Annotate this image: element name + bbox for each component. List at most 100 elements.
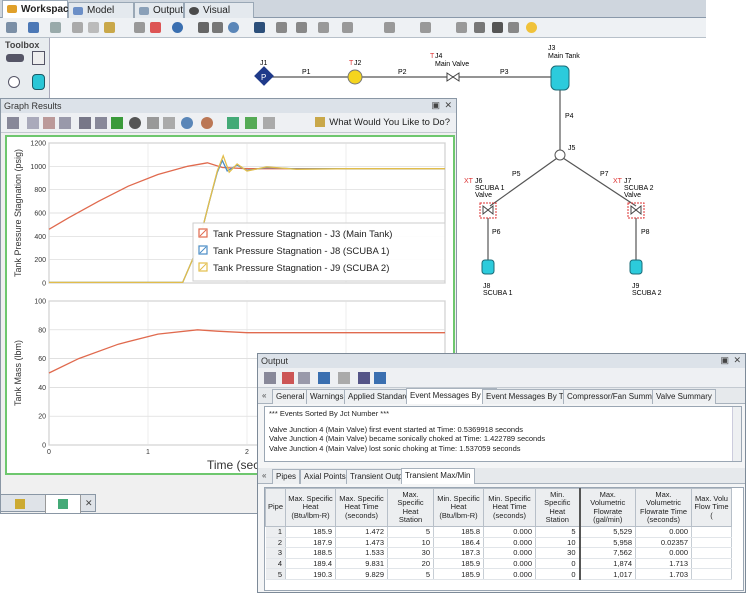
collapse-data-icon[interactable]: «: [262, 471, 266, 480]
graph-export-icon[interactable]: [43, 117, 55, 129]
tab-workspace[interactable]: Workspace: [2, 0, 74, 18]
col-pipe[interactable]: Pipe: [265, 488, 287, 527]
arrange-icon[interactable]: [384, 22, 395, 33]
graph-format-icon[interactable]: [201, 117, 213, 129]
j3-tank-icon[interactable]: [550, 65, 570, 91]
output-sort-icon[interactable]: [282, 372, 294, 384]
grid-icon[interactable]: [420, 22, 431, 33]
collapse-icon[interactable]: «: [262, 391, 266, 400]
branch-tool-icon[interactable]: [8, 76, 20, 88]
tab-valve-summary[interactable]: Valve Summary: [652, 389, 716, 404]
graph-crosshair-icon[interactable]: [129, 117, 141, 129]
table-row[interactable]: 4 189.4 9.831 20 185.9 0.000 0 1,874 1.713: [265, 558, 733, 570]
tools-icon[interactable]: [508, 22, 519, 33]
output-pin-tool-icon[interactable]: [318, 372, 330, 384]
annotation-tool-icon[interactable]: [32, 51, 45, 65]
col-max-heat-time[interactable]: Max. Specific Heat Time (seconds): [335, 488, 389, 527]
graph-table-icon[interactable]: [95, 117, 107, 129]
output-pin-icon[interactable]: ▣: [720, 356, 729, 365]
graph-guide-icon[interactable]: [227, 117, 239, 129]
tab-model-data[interactable]: Model Data: [68, 2, 134, 31]
col-max-vol-flow-time[interactable]: Max. Volumetric Flowrate Time (seconds): [635, 488, 693, 527]
graph-data-icon[interactable]: [59, 117, 71, 129]
table-row[interactable]: 5 190.3 9.829 5 185.9 0.000 0 1,017 1.703: [265, 568, 733, 580]
y-tick-label: 40: [38, 385, 46, 392]
j9-tank-icon[interactable]: [629, 259, 643, 275]
table-row[interactable]: 3 188.5 1.533 30 187.3 0.000 30 7,562 0.000: [265, 547, 733, 559]
paste-icon[interactable]: [104, 22, 115, 33]
route-icon[interactable]: [318, 22, 329, 33]
tank-tool-icon[interactable]: [32, 74, 45, 90]
graph-list-icon[interactable]: [79, 117, 91, 129]
graph-refresh-icon[interactable]: [245, 117, 257, 129]
close-icon[interactable]: ✕: [444, 101, 452, 110]
toolbar-icon[interactable]: [6, 22, 17, 33]
layer-icon[interactable]: [342, 22, 353, 33]
table-row[interactable]: 2 187.9 1.473 10 186.4 0.000 10 5,958 0.02357: [265, 537, 733, 549]
col-min-specific-heat[interactable]: Min. Specific Heat (Btu/lbm-R): [433, 488, 485, 527]
align-icon[interactable]: [296, 22, 307, 33]
cut-icon[interactable]: [72, 22, 83, 33]
graph-zoom-icon[interactable]: [181, 117, 193, 129]
what-would-you-like-button[interactable]: What Would You Like to Do?: [314, 116, 450, 130]
redo-icon[interactable]: [50, 22, 61, 33]
j2-compressor-icon[interactable]: [347, 69, 363, 85]
tab-axial-points[interactable]: Axial Points: [300, 469, 350, 484]
footer-tab-workspace-icon[interactable]: [15, 499, 25, 509]
event-messages-box[interactable]: *** Events Sorted By Jct Number *** Valv…: [264, 406, 742, 462]
pointer-icon[interactable]: [198, 22, 209, 33]
copy-icon[interactable]: [88, 22, 99, 33]
graph-check-icon[interactable]: [111, 117, 123, 129]
graph-layout-icon[interactable]: [263, 117, 275, 129]
j8-tank-icon[interactable]: [481, 259, 495, 275]
j5-branch-icon[interactable]: [554, 149, 566, 161]
output-columns-icon[interactable]: [298, 372, 310, 384]
table-row[interactable]: 1 185.9 1.472 5 185.8 0.000 5 5,529 0.000: [265, 526, 733, 538]
graph-marker-icon[interactable]: [147, 117, 159, 129]
tab-pipes[interactable]: Pipes: [272, 469, 301, 484]
message-scrollbar[interactable]: [732, 407, 741, 461]
col-max-specific-heat[interactable]: Max. Specific Heat (Btu/lbm-R): [285, 488, 337, 527]
duplicate-icon[interactable]: [134, 22, 145, 33]
graph-grid-icon[interactable]: [163, 117, 175, 129]
footer-close-icon[interactable]: ✕: [85, 499, 93, 508]
pipe-line-p5[interactable]: [489, 155, 561, 207]
pin-icon[interactable]: ▣: [431, 101, 440, 110]
j1-node[interactable]: P: [254, 66, 274, 86]
undo-icon[interactable]: [28, 22, 39, 33]
output-copy-icon[interactable]: [338, 372, 350, 384]
output-print-icon[interactable]: [264, 372, 276, 384]
snap-icon[interactable]: [456, 22, 467, 33]
select-icon[interactable]: [474, 22, 485, 33]
zoom-icon[interactable]: [228, 22, 239, 33]
col-max-vol-flow-time-trunc[interactable]: Max. Volu Flow Time (: [691, 488, 733, 527]
bulb-icon[interactable]: [526, 22, 537, 33]
col-min-heat-time[interactable]: Min. Specific Heat Time (seconds): [483, 488, 537, 527]
tab-warnings[interactable]: Warnings: [306, 389, 348, 404]
tab-output[interactable]: Output: [134, 2, 184, 18]
j1-symbol: P: [261, 73, 266, 82]
footer-tab-graph[interactable]: [45, 495, 81, 513]
pipe-tool-icon[interactable]: [6, 54, 24, 62]
delete-icon[interactable]: [150, 22, 161, 33]
transient-max-min-table[interactable]: Pipe Max. Specific Heat (Btu/lbm-R) Max.…: [264, 487, 744, 591]
palette-icon[interactable]: [172, 22, 183, 33]
graph-copy-icon[interactable]: [27, 117, 39, 129]
prohibit-icon[interactable]: [492, 22, 503, 33]
col-max-vol-flow[interactable]: Max. Volumetric Flowrate (gal/min): [578, 488, 637, 527]
flip-icon[interactable]: [276, 22, 287, 33]
find-icon[interactable]: [254, 22, 265, 33]
output-close-icon[interactable]: ✕: [733, 356, 741, 365]
j4-valve-icon[interactable]: [446, 72, 460, 82]
j7-valve-icon[interactable]: [627, 202, 645, 219]
output-list-icon[interactable]: [374, 372, 386, 384]
tab-visual-report[interactable]: Visual Report: [184, 2, 254, 31]
col-max-heat-station[interactable]: Max. Specific Heat Station: [387, 488, 435, 527]
tab-transient-max-min[interactable]: Transient Max/Min: [401, 468, 475, 484]
graph-print-icon[interactable]: [7, 117, 19, 129]
pan-icon[interactable]: [212, 22, 223, 33]
j6-valve-icon[interactable]: [479, 202, 497, 219]
col-min-heat-station[interactable]: Min. Specific Heat Station: [535, 488, 581, 527]
output-filter-icon[interactable]: [358, 372, 370, 384]
tab-general[interactable]: General: [272, 389, 309, 404]
